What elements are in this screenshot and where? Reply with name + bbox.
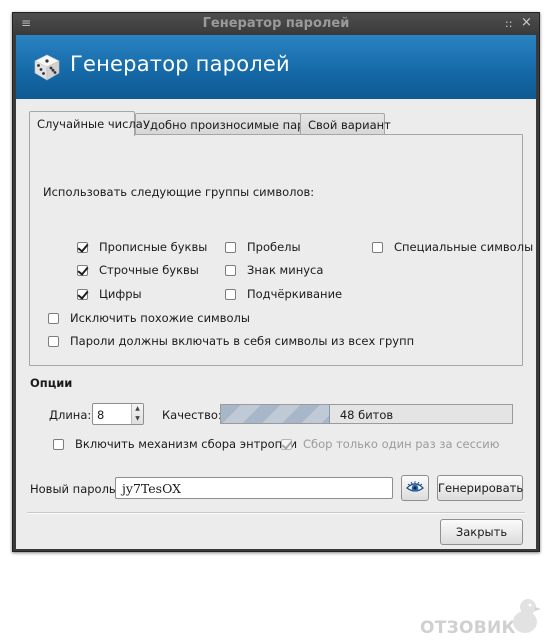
password-label: Новый пароль: [30, 482, 120, 496]
divider [27, 512, 525, 514]
checkbox-label: Пробелы [247, 240, 301, 254]
checkbox-underscore[interactable]: Подчёркивание [225, 287, 342, 301]
length-value[interactable]: 8 [97, 408, 104, 422]
window-close-icon[interactable]: × [521, 15, 532, 30]
checkbox-special[interactable]: Специальные символы [372, 240, 533, 254]
checkbox-minus[interactable]: Знак минуса [225, 263, 323, 277]
dialog-body: Генератор паролей Случайные числа Удобно… [16, 35, 536, 549]
checkbox-box[interactable] [225, 241, 236, 253]
groups-heading: Использовать следующие группы символов: [43, 185, 315, 199]
password-value[interactable]: jy7TesOX [122, 481, 181, 496]
tab-panel-random: Использовать следующие группы символов: … [29, 134, 533, 366]
quality-value: 48 битов [339, 408, 394, 422]
length-label: Длина: [49, 408, 92, 422]
tab-random-numbers[interactable]: Случайные числа [29, 111, 143, 136]
checkbox-box[interactable] [48, 312, 59, 324]
quality-bar: 48 битов [220, 404, 513, 424]
password-generator-window: ≡ Генератор паролей :: × Генератор парол… [12, 12, 540, 552]
checkbox-label: Пароли должны включать в себя символы из… [70, 334, 415, 348]
show-password-button[interactable] [401, 475, 429, 501]
checkbox-label: Знак минуса [247, 263, 324, 277]
close-button-label: Закрыть [455, 525, 508, 539]
checkbox-spaces[interactable]: Пробелы [225, 240, 301, 254]
window-title: Генератор паролей [202, 16, 350, 31]
checkbox-box[interactable] [77, 288, 88, 300]
checkbox-box[interactable] [225, 288, 236, 300]
checkbox-label: Цифры [99, 287, 142, 301]
password-field[interactable]: jy7TesOX [115, 477, 393, 499]
checkbox-box[interactable] [225, 264, 236, 276]
window-pin-icon[interactable]: :: [505, 17, 512, 30]
checkbox-label: Включить механизм сбора энтропии [75, 437, 298, 451]
checkbox-uppercase[interactable]: Прописные буквы [77, 240, 207, 254]
checkbox-box[interactable] [77, 241, 88, 253]
tab-pronounceable[interactable]: Удобно произносимые пароли [135, 113, 326, 135]
checkbox-exclude-similar[interactable]: Исключить похожие символы [48, 311, 250, 325]
watermark-text: ОТЗОВИК [420, 618, 516, 638]
checkbox-label: Сбор только один раз за сессию [303, 437, 500, 451]
checkbox-box[interactable] [48, 335, 59, 347]
checkbox-label: Строчные буквы [99, 263, 199, 277]
dice-icon [34, 54, 60, 81]
checkbox-label: Исключить похожие символы [70, 311, 250, 325]
tab-custom[interactable]: Свой вариант [300, 113, 391, 135]
checkbox-box [281, 438, 292, 450]
checkbox-digits[interactable]: Цифры [77, 287, 142, 301]
banner-title: Генератор паролей [70, 52, 290, 76]
header-banner: Генератор паролей [16, 35, 536, 99]
quality-label: Качество: [162, 408, 222, 422]
checkbox-label: Специальные символы [394, 240, 534, 254]
checkbox-box[interactable] [53, 438, 64, 450]
options-section-title: Опции [30, 376, 73, 390]
checkbox-entropy[interactable]: Включить механизм сбора энтропии [53, 437, 297, 451]
titlebar[interactable]: ≡ Генератор паролей :: × [13, 13, 539, 35]
length-spinbox[interactable]: 8 ▲ ▼ [92, 403, 144, 425]
eye-icon [406, 481, 424, 492]
watermark-bird-icon [513, 599, 541, 633]
spin-arrows-icon[interactable]: ▲ ▼ [131, 404, 143, 424]
checkbox-lowercase[interactable]: Строчные буквы [77, 263, 199, 277]
checkbox-box[interactable] [372, 241, 383, 253]
checkbox-box[interactable] [77, 264, 88, 276]
close-button[interactable]: Закрыть [440, 519, 523, 545]
generate-button[interactable]: Генерировать [437, 475, 523, 501]
checkbox-label: Прописные буквы [99, 240, 208, 254]
checkbox-all-groups[interactable]: Пароли должны включать в себя символы из… [48, 334, 414, 348]
checkbox-once-per-session: Сбор только один раз за сессию [281, 437, 499, 451]
checkbox-label: Подчёркивание [247, 287, 343, 301]
